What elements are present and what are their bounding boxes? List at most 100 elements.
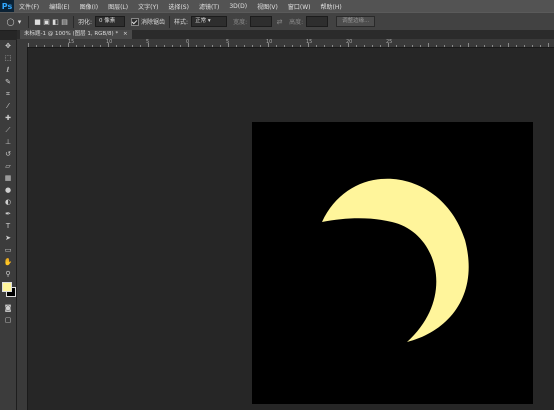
gradient-tool-icon[interactable]: ▦ xyxy=(0,172,16,184)
ruler-tick xyxy=(148,43,149,47)
refine-edge-button[interactable]: 调整边缘... xyxy=(336,16,376,27)
ruler-tick xyxy=(76,45,77,47)
foreground-color-swatch[interactable] xyxy=(2,282,12,292)
dodge-tool-icon[interactable]: ◐ xyxy=(0,196,16,208)
ruler-tick xyxy=(548,43,549,47)
spot-healing-tool-icon[interactable]: ✚ xyxy=(0,112,16,124)
history-brush-tool-icon[interactable]: ↺ xyxy=(0,148,16,160)
ruler-tick xyxy=(252,45,253,47)
crop-tool-icon[interactable]: ⌗ xyxy=(0,88,16,100)
menu-layer[interactable]: 图层(L) xyxy=(103,2,133,11)
move-tool-icon[interactable]: ✥ xyxy=(0,40,16,52)
clone-stamp-tool-icon[interactable]: ⊥ xyxy=(0,136,16,148)
ruler-tick xyxy=(380,45,381,47)
menu-edit[interactable]: 编辑(E) xyxy=(44,2,74,11)
menu-image[interactable]: 图像(I) xyxy=(75,2,103,11)
ruler-tick xyxy=(236,45,237,47)
subtract-from-selection-icon[interactable]: ◧ xyxy=(51,17,60,26)
ruler-tick xyxy=(420,45,421,47)
path-selection-tool-icon[interactable]: ➤ xyxy=(0,232,16,244)
ruler-tick xyxy=(284,45,285,47)
ruler-tick xyxy=(212,45,213,47)
quick-selection-tool-icon[interactable]: ✎ xyxy=(0,76,16,88)
ruler-tick xyxy=(196,45,197,47)
width-label: 宽度: xyxy=(233,19,248,26)
ruler-tick xyxy=(68,43,69,47)
blur-tool-icon[interactable]: ● xyxy=(0,184,16,196)
ruler-tick xyxy=(404,45,405,47)
ruler-tick xyxy=(524,45,525,47)
ruler-tick xyxy=(180,45,181,47)
height-label: 高度: xyxy=(289,19,304,26)
ruler-tick xyxy=(132,45,133,47)
eyedropper-tool-icon[interactable]: ⁄ xyxy=(0,100,16,112)
style-select[interactable]: 正常 ▾ xyxy=(191,16,228,27)
ruler-tick xyxy=(436,45,437,47)
ruler-tick xyxy=(92,45,93,47)
ruler-tick xyxy=(124,45,125,47)
ruler-tick xyxy=(260,45,261,47)
menu-bar: Ps 文件(F) 编辑(E) 图像(I) 图层(L) 文字(Y) 选择(S) 滤… xyxy=(0,0,554,12)
document-canvas[interactable] xyxy=(252,122,533,404)
new-selection-icon[interactable]: ■ xyxy=(33,17,42,26)
crescent-moon-shape xyxy=(322,178,469,342)
width-input[interactable] xyxy=(250,16,273,27)
menu-window[interactable]: 窗口(W) xyxy=(283,2,316,11)
chevron-down-icon[interactable]: ▾ xyxy=(15,17,24,26)
ruler-left[interactable] xyxy=(17,47,28,410)
pen-tool-icon[interactable]: ✒ xyxy=(0,208,16,220)
feather-input[interactable]: 0 像素 xyxy=(95,16,126,27)
ruler-tick xyxy=(324,45,325,47)
ruler-tick xyxy=(532,45,533,47)
type-tool-icon[interactable]: T xyxy=(0,220,16,232)
document-tab-bar: 未标题-1 @ 100% (图层 1, RGB/8) * × xyxy=(17,30,554,39)
ruler-tick xyxy=(412,45,413,47)
ruler-tick xyxy=(332,45,333,47)
ruler-label: 25 xyxy=(386,39,393,45)
close-icon[interactable]: × xyxy=(123,31,128,37)
ruler-tick xyxy=(60,45,61,47)
menu-view[interactable]: 视图(V) xyxy=(252,2,283,11)
menu-help[interactable]: 帮助(H) xyxy=(316,2,347,11)
eraser-tool-icon[interactable]: ▱ xyxy=(0,160,16,172)
height-input[interactable] xyxy=(306,16,329,27)
menu-type[interactable]: 文字(Y) xyxy=(133,2,163,11)
photoshop-logo: Ps xyxy=(0,0,14,12)
ruler-tick xyxy=(140,45,141,47)
brush-tool-icon[interactable]: ⟋ xyxy=(0,124,16,136)
menu-filter[interactable]: 滤镜(T) xyxy=(194,2,224,11)
style-label: 样式: xyxy=(174,19,189,26)
menu-3d[interactable]: 3D(D) xyxy=(224,3,252,10)
hand-tool-icon[interactable]: ✋ xyxy=(0,256,16,268)
color-swatches xyxy=(0,280,16,302)
screen-mode-icon[interactable]: ▢ xyxy=(0,314,16,326)
swap-icon[interactable]: ⇄ xyxy=(275,17,284,26)
toolbox: ✥ ⬚ ℓ ✎ ⌗ ⁄ ✚ ⟋ ⊥ ↺ ▱ ▦ ● ◐ ✒ T ➤ ▭ ✋ ⚲ … xyxy=(0,40,17,410)
ruler-tick xyxy=(164,45,165,47)
ruler-tick xyxy=(108,43,109,47)
intersect-selection-icon[interactable]: ▤ xyxy=(60,17,69,26)
ruler-tick xyxy=(388,43,389,47)
ruler-tick xyxy=(540,45,541,47)
ruler-label: 20 xyxy=(346,39,353,45)
ruler-top[interactable]: 15 10 5 0 5 10 15 20 25 xyxy=(28,39,554,48)
shape-tool-icon[interactable]: ▭ xyxy=(0,244,16,256)
ruler-tick xyxy=(396,45,397,47)
add-to-selection-icon[interactable]: ▣ xyxy=(42,17,51,26)
lasso-tool-icon[interactable]: ℓ xyxy=(0,64,16,76)
ruler-tick xyxy=(100,45,101,47)
menu-file[interactable]: 文件(F) xyxy=(14,2,44,11)
quick-mask-icon[interactable]: ◙ xyxy=(0,302,16,314)
ruler-tick xyxy=(292,45,293,47)
ruler-tick xyxy=(244,45,245,47)
ruler-tick xyxy=(300,45,301,47)
menu-select[interactable]: 选择(S) xyxy=(163,2,194,11)
zoom-tool-icon[interactable]: ⚲ xyxy=(0,268,16,280)
antialias-checkbox[interactable] xyxy=(131,17,140,26)
ruler-label: 10 xyxy=(106,39,113,45)
ruler-tick xyxy=(276,45,277,47)
marquee-tool-icon[interactable]: ⬚ xyxy=(0,52,16,64)
ruler-label: 15 xyxy=(306,39,313,45)
document-tab[interactable]: 未标题-1 @ 100% (图层 1, RGB/8) * × xyxy=(20,30,132,39)
ellipse-marquee-preset-icon[interactable]: ◯ xyxy=(6,17,15,26)
